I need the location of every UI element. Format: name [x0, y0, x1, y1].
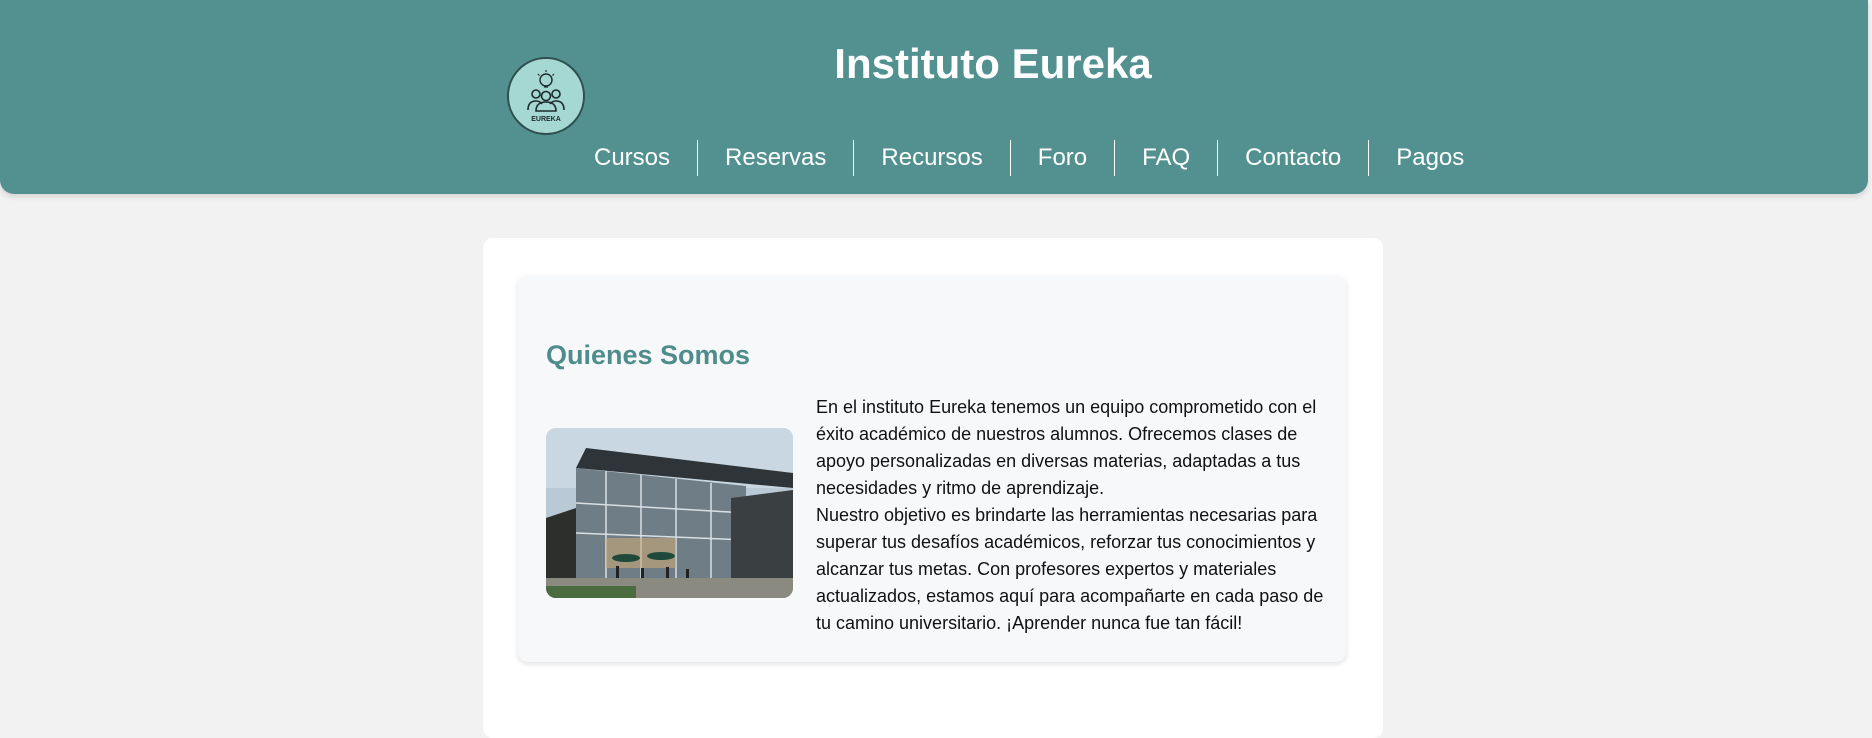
- about-paragraph-2: Nuestro objetivo es brindarte las herram…: [816, 505, 1324, 633]
- nav-item-faq[interactable]: FAQ: [1114, 140, 1217, 176]
- main-nav: Cursos Reservas Recursos Foro FAQ Contac…: [567, 138, 1491, 178]
- site-title: Instituto Eureka: [834, 40, 1152, 87]
- nav-item-recursos[interactable]: Recursos: [853, 140, 1009, 176]
- nav-item-contacto[interactable]: Contacto: [1217, 140, 1368, 176]
- main-content-card: Quienes Somos En el instituto Eureka ten…: [483, 238, 1383, 738]
- about-title: Quienes Somos: [546, 340, 751, 370]
- building-photo: [546, 428, 793, 598]
- site-header: EUREKA Instituto Eureka Cursos Reservas …: [0, 0, 1868, 194]
- logo-text: EUREKA: [531, 116, 561, 123]
- nav-item-pagos[interactable]: Pagos: [1368, 140, 1491, 176]
- about-text: En el instituto Eureka tenemos un equipo…: [816, 394, 1332, 637]
- nav-item-reservas[interactable]: Reservas: [697, 140, 853, 176]
- about-paragraph-1: En el instituto Eureka tenemos un equipo…: [816, 397, 1317, 498]
- about-section: Quienes Somos En el instituto Eureka ten…: [518, 276, 1346, 662]
- nav-item-foro[interactable]: Foro: [1009, 140, 1114, 176]
- nav-item-cursos[interactable]: Cursos: [567, 140, 697, 176]
